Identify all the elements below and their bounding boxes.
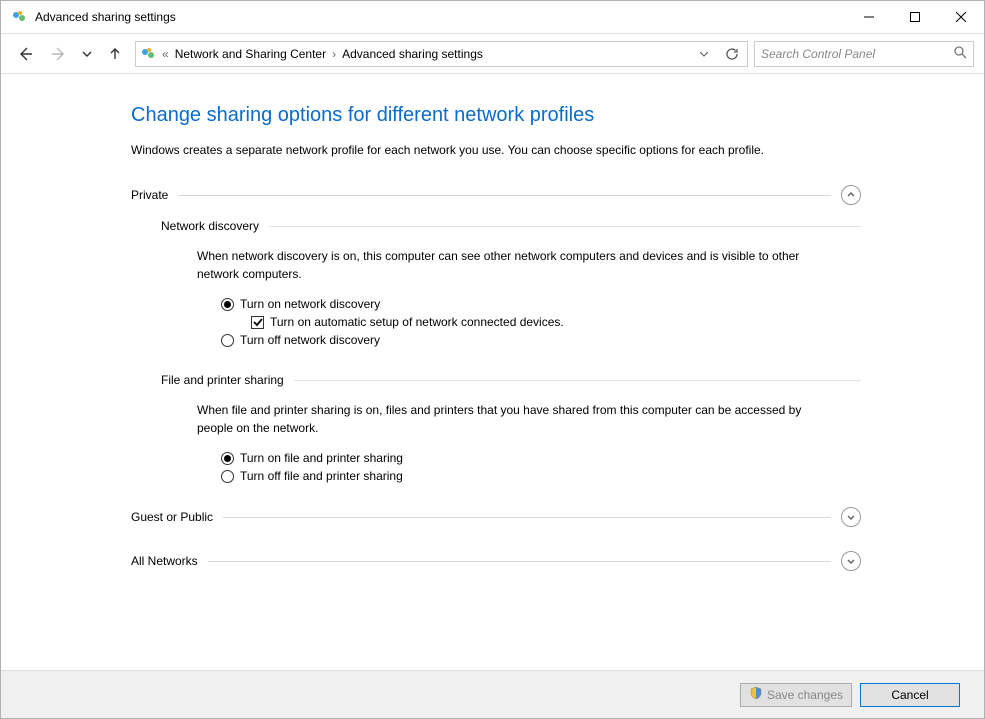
search-input[interactable] <box>761 47 953 61</box>
refresh-button[interactable] <box>721 43 743 65</box>
nav-up-button[interactable] <box>101 40 129 68</box>
content-area: Change sharing options for different net… <box>1 74 984 670</box>
search-icon <box>953 45 967 62</box>
breadcrumb-item[interactable]: Advanced sharing settings <box>342 47 483 61</box>
navbar: « Network and Sharing Center › Advanced … <box>1 34 984 74</box>
subsection-description: When file and printer sharing is on, fil… <box>197 401 837 437</box>
maximize-button[interactable] <box>892 1 938 33</box>
radio-nd-on[interactable]: Turn on network discovery <box>221 297 861 311</box>
network-center-icon <box>140 46 156 62</box>
section-header-guest[interactable]: Guest or Public <box>131 507 861 527</box>
breadcrumb-overflow-icon[interactable]: « <box>162 47 169 61</box>
radio-label: Turn off file and printer sharing <box>240 469 403 483</box>
subsection-title: Network discovery <box>161 219 259 233</box>
subsection-file-printer: File and printer sharing When file and p… <box>161 373 861 483</box>
checkbox-label: Turn on automatic setup of network conne… <box>270 315 564 329</box>
chevron-up-icon[interactable] <box>841 185 861 205</box>
checkbox-icon <box>251 316 264 329</box>
nav-back-button[interactable] <box>11 40 39 68</box>
minimize-button[interactable] <box>846 1 892 33</box>
radio-icon <box>221 334 234 347</box>
radio-fp-off[interactable]: Turn off file and printer sharing <box>221 469 861 483</box>
page-description: Windows creates a separate network profi… <box>131 141 851 159</box>
section-guest-public: Guest or Public <box>131 507 861 527</box>
address-bar[interactable]: « Network and Sharing Center › Advanced … <box>135 41 748 67</box>
section-title: Private <box>131 188 168 202</box>
subsection-description: When network discovery is on, this compu… <box>197 247 837 283</box>
radio-icon <box>221 470 234 483</box>
breadcrumb-item[interactable]: Network and Sharing Center <box>175 47 326 61</box>
section-header-all[interactable]: All Networks <box>131 551 861 571</box>
footer: Save changes Cancel <box>1 670 984 718</box>
subsection-title: File and printer sharing <box>161 373 284 387</box>
window-title: Advanced sharing settings <box>35 10 846 24</box>
checkbox-auto-setup[interactable]: Turn on automatic setup of network conne… <box>251 315 861 329</box>
nav-forward-button[interactable] <box>45 40 73 68</box>
network-center-icon <box>11 9 27 25</box>
section-title: All Networks <box>131 554 198 568</box>
close-button[interactable] <box>938 1 984 33</box>
button-label: Save changes <box>767 688 843 702</box>
radio-label: Turn on file and printer sharing <box>240 451 403 465</box>
radio-icon <box>221 452 234 465</box>
radio-nd-off[interactable]: Turn off network discovery <box>221 333 861 347</box>
titlebar: Advanced sharing settings <box>1 1 984 34</box>
nav-recent-dropdown[interactable] <box>79 40 95 68</box>
chevron-down-icon[interactable] <box>841 507 861 527</box>
chevron-down-icon[interactable] <box>841 551 861 571</box>
section-header-private[interactable]: Private <box>131 185 861 205</box>
radio-fp-on[interactable]: Turn on file and printer sharing <box>221 451 861 465</box>
save-changes-button[interactable]: Save changes <box>740 683 852 707</box>
shield-icon <box>749 686 763 703</box>
window-controls <box>846 1 984 33</box>
radio-icon <box>221 298 234 311</box>
section-all-networks: All Networks <box>131 551 861 571</box>
section-private: Private Network discovery When network d… <box>131 185 861 483</box>
radio-label: Turn off network discovery <box>240 333 380 347</box>
button-label: Cancel <box>891 688 928 702</box>
page-heading: Change sharing options for different net… <box>131 104 984 127</box>
radio-label: Turn on network discovery <box>240 297 380 311</box>
chevron-right-icon: › <box>332 47 336 61</box>
address-dropdown[interactable] <box>693 43 715 65</box>
search-box[interactable] <box>754 41 974 67</box>
section-title: Guest or Public <box>131 510 213 524</box>
cancel-button[interactable]: Cancel <box>860 683 960 707</box>
subsection-network-discovery: Network discovery When network discovery… <box>161 219 861 347</box>
